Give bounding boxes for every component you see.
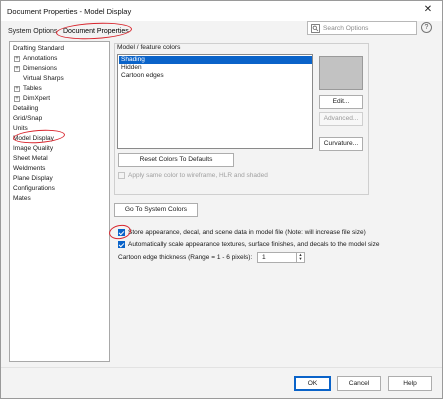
options-tree[interactable]: Drafting Standard + Annotations + Dimens… — [9, 41, 110, 362]
expand-icon[interactable]: + — [14, 96, 20, 102]
tree-item-virtual-sharps[interactable]: Virtual Sharps — [23, 75, 64, 83]
cartoon-edge-thickness-stepper[interactable]: 1 ▲ ▼ — [257, 252, 305, 263]
tab-system-options[interactable]: System Options — [8, 28, 57, 35]
edit-button[interactable]: Edit... — [319, 95, 363, 109]
tree-item-dimxpert[interactable]: DimXpert — [23, 95, 50, 103]
advanced-button[interactable]: Advanced... — [319, 112, 363, 126]
list-item[interactable]: Hidden — [119, 64, 312, 72]
tree-item-mates[interactable]: Mates — [13, 195, 31, 203]
tree-item-annotations[interactable]: Annotations — [23, 55, 57, 63]
tree-item-configurations[interactable]: Configurations — [13, 185, 55, 193]
cartoon-edge-thickness-label: Cartoon edge thickness (Range = 1 - 6 pi… — [118, 254, 253, 261]
store-appearance-checkbox[interactable] — [118, 229, 125, 236]
tree-item-dimensions[interactable]: Dimensions — [23, 65, 57, 73]
stepper-buttons: ▲ ▼ — [296, 253, 304, 262]
auto-scale-checkbox[interactable] — [118, 241, 125, 248]
help-button[interactable]: Help — [388, 376, 432, 391]
curvature-button[interactable]: Curvature... — [319, 137, 363, 151]
group-title: Model / feature colors — [117, 44, 181, 51]
expand-icon[interactable]: + — [14, 86, 20, 92]
stepper-down-icon[interactable]: ▼ — [297, 257, 304, 261]
color-swatch — [319, 56, 363, 90]
expand-icon[interactable]: + — [14, 66, 20, 72]
cancel-button[interactable]: Cancel — [337, 376, 381, 391]
document-properties-dialog: Document Properties - Model Display ✕ Sy… — [0, 0, 443, 399]
tree-item-units[interactable]: Units — [13, 125, 28, 133]
tree-item-weldments[interactable]: Weldments — [13, 165, 45, 173]
tree-item-sheet-metal[interactable]: Sheet Metal — [13, 155, 48, 163]
ok-button[interactable]: OK — [294, 376, 331, 391]
tree-item-detailing[interactable]: Detailing — [13, 105, 38, 113]
tree-item-model-display[interactable]: Model Display — [13, 135, 54, 143]
tree-item-plane-display[interactable]: Plane Display — [13, 175, 53, 183]
tree-item-image-quality[interactable]: Image Quality — [13, 145, 53, 153]
help-icon[interactable]: ? — [421, 22, 432, 33]
apply-same-color-label: Apply same color to wireframe, HLR and s… — [128, 172, 268, 179]
feature-color-list[interactable]: Shading Hidden Cartoon edges — [117, 54, 313, 149]
close-icon[interactable]: ✕ — [422, 4, 434, 16]
search-icon — [311, 24, 320, 33]
tree-item-tables[interactable]: Tables — [23, 85, 42, 93]
tree-item-grid-snap[interactable]: Grid/Snap — [13, 115, 42, 123]
expand-icon[interactable]: + — [14, 56, 20, 62]
footer-divider — [1, 367, 442, 368]
title-bar: Document Properties - Model Display ✕ — [1, 1, 442, 21]
store-appearance-label: Store appearance, decal, and scene data … — [128, 229, 366, 236]
search-input[interactable]: Search Options — [323, 25, 368, 32]
auto-scale-label: Automatically scale appearance textures,… — [128, 241, 380, 248]
tree-item-drafting-standard[interactable]: Drafting Standard — [13, 45, 64, 53]
reset-colors-button[interactable]: Reset Colors To Defaults — [118, 153, 234, 167]
apply-same-color-checkbox[interactable] — [118, 172, 125, 179]
tab-document-properties[interactable]: Document Properties — [63, 28, 129, 35]
stepper-value[interactable]: 1 — [262, 254, 266, 261]
window-title: Document Properties - Model Display — [7, 7, 132, 16]
go-to-system-colors-button[interactable]: Go To System Colors — [114, 203, 198, 217]
list-item[interactable]: Shading — [119, 56, 312, 64]
list-item[interactable]: Cartoon edges — [119, 72, 312, 80]
search-box[interactable]: Search Options — [307, 21, 417, 35]
